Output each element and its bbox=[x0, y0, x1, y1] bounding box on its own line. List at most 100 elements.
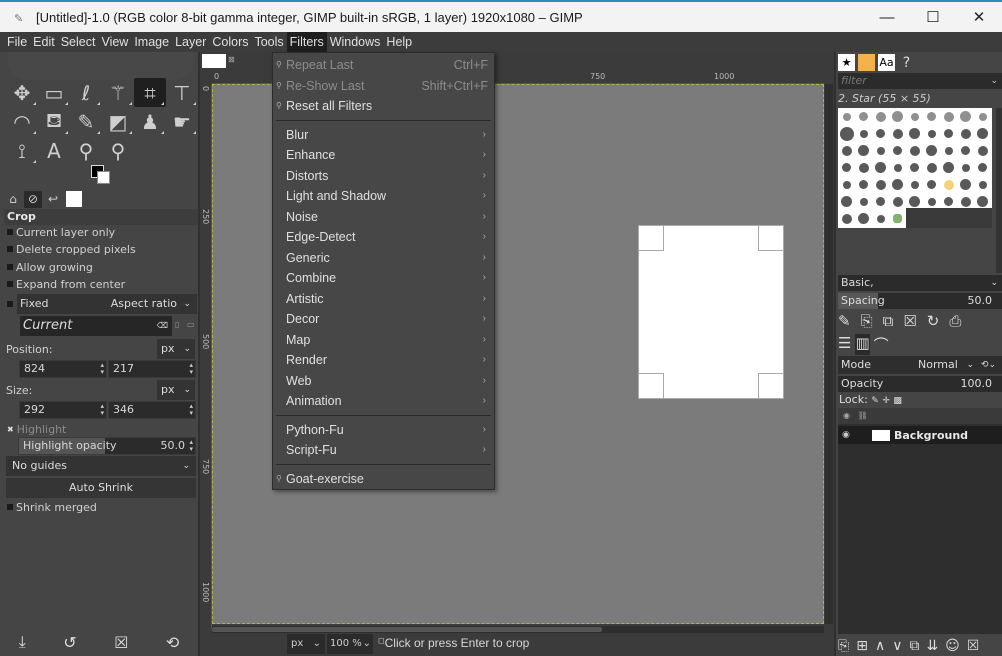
checkbox-box[interactable] bbox=[7, 229, 13, 235]
eraser-tool[interactable]: ◩ bbox=[102, 107, 134, 136]
brush-thumbnail[interactable] bbox=[875, 179, 886, 190]
open-brush-as-image-icon[interactable]: ⎙ bbox=[949, 312, 961, 330]
paths-tool[interactable]: ⟟ bbox=[6, 136, 38, 165]
filters-menu-item-artistic[interactable]: Artistic › bbox=[273, 289, 494, 309]
filters-menu-item-light-and-shadow[interactable]: Light and Shadow › bbox=[273, 186, 494, 206]
crop-handle-bottom-left[interactable] bbox=[638, 373, 664, 399]
position-y-input[interactable]: 217 ▴ ▾ bbox=[108, 360, 196, 378]
brush-thumbnail[interactable] bbox=[892, 179, 903, 190]
filters-menu-item-map[interactable]: Map › bbox=[273, 330, 494, 350]
fixed-mode-dropdown[interactable]: Fixed Aspect ratio ⌄ bbox=[17, 294, 197, 314]
brush-scrollbar[interactable] bbox=[996, 108, 1002, 273]
menu-select[interactable]: Select bbox=[58, 32, 99, 52]
brush-thumbnail[interactable] bbox=[892, 196, 903, 207]
brush-thumbnail[interactable] bbox=[893, 214, 902, 223]
brush-thumbnail[interactable] bbox=[909, 145, 920, 156]
checkbox-box[interactable] bbox=[7, 264, 13, 270]
brush-thumbnail[interactable] bbox=[960, 179, 971, 190]
size-width-input[interactable]: 292 ▴ ▾ bbox=[19, 401, 107, 419]
brush-thumbnail[interactable] bbox=[977, 145, 988, 156]
unified-transform-tool[interactable]: ⊤ bbox=[166, 78, 198, 107]
delete-layer-icon[interactable]: ☒ bbox=[967, 638, 980, 654]
move-tool[interactable]: ✥ bbox=[6, 78, 38, 107]
filters-menu-item-noise[interactable]: Noise › bbox=[273, 207, 494, 227]
maximize-button[interactable]: ☐ bbox=[910, 2, 956, 32]
brush-thumbnail[interactable] bbox=[842, 180, 851, 189]
fixed-checkbox[interactable] bbox=[7, 296, 13, 312]
brush-thumbnail[interactable] bbox=[859, 197, 868, 206]
brush-thumbnail[interactable] bbox=[842, 163, 851, 172]
crop-rectangle[interactable] bbox=[638, 225, 784, 399]
current-layer-only-checkbox[interactable]: Current layer only bbox=[7, 224, 115, 240]
brush-thumbnail[interactable] bbox=[910, 180, 919, 189]
undo-history-tab-icon[interactable]: ↩ bbox=[44, 191, 62, 208]
brush-thumbnail[interactable] bbox=[909, 128, 920, 139]
composite-mode-icon[interactable]: ⟲⌄ bbox=[981, 356, 996, 374]
delete-cropped-pixels-checkbox[interactable]: Delete cropped pixels bbox=[7, 241, 136, 257]
menu-tools[interactable]: Tools bbox=[251, 32, 286, 52]
fonts-tab-icon[interactable]: Aa bbox=[878, 54, 895, 71]
layer-mask-icon[interactable]: ☺ bbox=[945, 638, 960, 654]
brush-thumbnail[interactable] bbox=[961, 146, 970, 155]
rect-select-tool[interactable]: ▭ bbox=[38, 78, 70, 107]
brush-thumbnail[interactable] bbox=[875, 111, 886, 122]
brush-thumbnail[interactable] bbox=[839, 126, 854, 141]
brush-thumbnail[interactable] bbox=[926, 145, 937, 156]
brush-thumbnail[interactable] bbox=[858, 162, 869, 173]
brush-thumbnail[interactable] bbox=[943, 162, 954, 173]
brush-thumbnail[interactable] bbox=[893, 163, 902, 172]
spin-arrows-icon[interactable]: ▴ ▾ bbox=[100, 362, 104, 376]
warp-transform-tool[interactable]: ◠ bbox=[6, 107, 38, 136]
highlight-checkbox[interactable]: ✖ Highlight bbox=[7, 421, 66, 437]
menu-edit[interactable]: Edit bbox=[30, 32, 58, 52]
lower-layer-icon[interactable]: ∨ bbox=[892, 638, 902, 654]
edit-brush-icon[interactable]: ✎ bbox=[838, 312, 851, 330]
patterns-tab-icon[interactable] bbox=[858, 54, 875, 71]
vertical-scrollbar[interactable] bbox=[825, 84, 833, 624]
menu-file[interactable]: File bbox=[4, 32, 30, 52]
filters-menu-item-generic[interactable]: Generic › bbox=[273, 248, 494, 268]
brush-thumbnail[interactable] bbox=[978, 180, 987, 189]
spin-arrows-icon[interactable]: ▴ ▾ bbox=[189, 439, 193, 453]
brush-thumbnail[interactable] bbox=[961, 163, 970, 172]
brush-thumbnail[interactable] bbox=[927, 197, 936, 206]
brush-grid[interactable] bbox=[838, 108, 992, 228]
filters-menu-item-script-fu[interactable]: Script-Fu › bbox=[273, 440, 494, 460]
brush-thumbnail[interactable] bbox=[978, 163, 987, 172]
brush-thumbnail[interactable] bbox=[892, 111, 903, 122]
brush-thumbnail[interactable] bbox=[858, 213, 869, 224]
brush-thumbnail[interactable] bbox=[858, 145, 869, 156]
position-x-input[interactable]: 824 ▴ ▾ bbox=[19, 360, 107, 378]
brush-thumbnail[interactable] bbox=[944, 197, 953, 206]
checkbox-box[interactable] bbox=[7, 504, 13, 510]
position-unit-dropdown[interactable]: px ⌄ bbox=[157, 339, 195, 359]
menu-windows[interactable]: Windows bbox=[327, 32, 384, 52]
refresh-brushes-icon[interactable]: ↻ bbox=[927, 312, 940, 330]
brush-thumbnail[interactable] bbox=[943, 179, 954, 190]
brush-thumbnail[interactable] bbox=[893, 146, 902, 155]
size-unit-dropdown[interactable]: px ⌄ bbox=[157, 380, 195, 400]
spacing-slider[interactable]: Spacing 50.0 bbox=[838, 293, 1002, 309]
lock-position-icon[interactable]: ✛ bbox=[882, 396, 890, 406]
expand-from-center-checkbox[interactable]: Expand from center bbox=[7, 276, 125, 292]
filters-menu-item-web[interactable]: Web › bbox=[273, 371, 494, 391]
brush-thumbnail[interactable] bbox=[876, 146, 885, 155]
new-layer-group-icon[interactable]: ⊞ bbox=[856, 638, 868, 654]
brush-thumbnail[interactable] bbox=[876, 214, 885, 223]
brush-thumbnail[interactable] bbox=[859, 112, 868, 121]
zoom-tool[interactable]: ⚲ bbox=[102, 136, 134, 165]
check-icon[interactable]: ✖ bbox=[7, 425, 14, 434]
brush-thumbnail[interactable] bbox=[859, 180, 868, 189]
brush-thumbnail[interactable] bbox=[927, 129, 936, 138]
brush-thumbnail[interactable] bbox=[892, 128, 903, 139]
brush-thumbnail[interactable] bbox=[977, 128, 988, 139]
duplicate-brush-icon[interactable]: ⧉ bbox=[883, 312, 894, 330]
aspect-value-field[interactable]: Current ⌫ bbox=[20, 316, 172, 336]
portrait-icon[interactable]: ▯ bbox=[175, 320, 179, 329]
filters-menu-item-render[interactable]: Render › bbox=[273, 350, 494, 370]
brushes-tab-icon[interactable]: ★ bbox=[838, 54, 855, 71]
brush-thumbnail[interactable] bbox=[876, 129, 885, 138]
paintbrush-tool[interactable]: ✎ bbox=[70, 107, 102, 136]
brush-thumbnail[interactable] bbox=[927, 112, 936, 121]
landscape-icon[interactable]: ▭ bbox=[187, 320, 195, 329]
